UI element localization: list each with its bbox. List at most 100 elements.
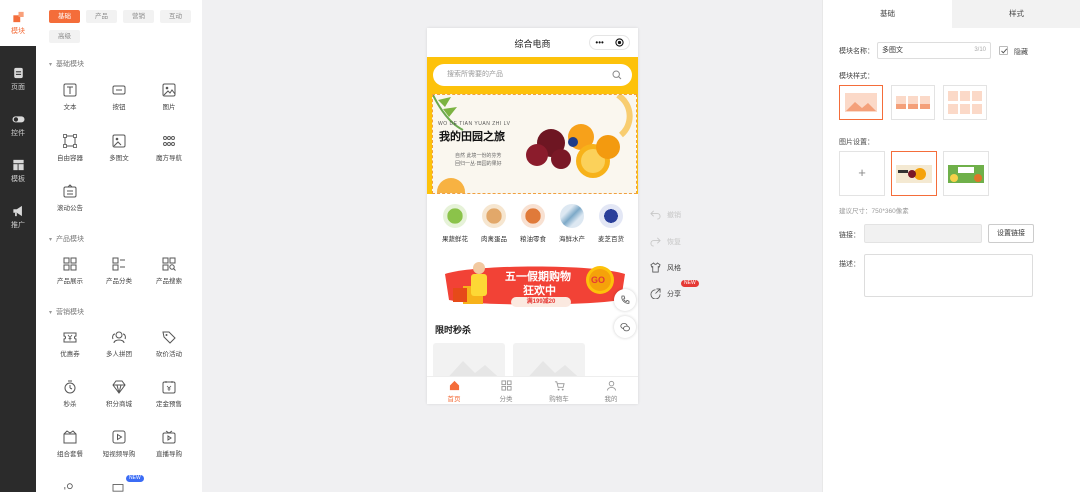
tab-cart[interactable]: 购物车 bbox=[533, 380, 585, 403]
cart-icon bbox=[554, 381, 565, 391]
hide-checkbox[interactable] bbox=[999, 46, 1008, 55]
category-item[interactable]: 麦芝百货 bbox=[591, 204, 631, 243]
comp-short-video[interactable]: 短视频导购 bbox=[94, 430, 144, 468]
tab-basic-settings[interactable]: 基础 bbox=[823, 0, 952, 28]
comp-image[interactable]: 图片 bbox=[144, 83, 194, 121]
comp-live[interactable]: 直播导购 bbox=[144, 430, 194, 468]
redo-button[interactable]: 恢复 bbox=[650, 236, 681, 247]
add-image-button[interactable]: + bbox=[839, 151, 885, 196]
comp-combo[interactable]: 组合套餐 bbox=[45, 430, 95, 468]
category-item[interactable]: 肉禽蛋品 bbox=[474, 204, 514, 243]
link-input[interactable] bbox=[864, 224, 982, 243]
tab-category[interactable]: 分类 bbox=[480, 380, 532, 403]
category-item[interactable]: 果蔬鲜花 bbox=[435, 204, 475, 243]
snack-icon bbox=[521, 204, 545, 228]
description-textarea[interactable] bbox=[864, 254, 1033, 297]
share-icon bbox=[650, 288, 661, 299]
module-name-input[interactable]: 多图文 3/10 bbox=[877, 42, 991, 59]
section-label: 营销模块 bbox=[56, 309, 85, 316]
set-link-button[interactable]: 设置链接 bbox=[988, 224, 1034, 243]
promo-banner[interactable]: 五一假期购物 狂欢中 满199减20 GO bbox=[435, 256, 630, 310]
rail-item-control[interactable]: 控件 bbox=[0, 102, 36, 148]
comp-product-category[interactable]: 产品分类 bbox=[94, 257, 144, 295]
style-button[interactable]: 风格 bbox=[650, 262, 681, 273]
category-item[interactable]: 海鲜水产 bbox=[552, 204, 592, 243]
comp-presale[interactable]: 定金预售 bbox=[144, 380, 194, 418]
style-option-grid[interactable] bbox=[943, 85, 987, 120]
comp-bargain[interactable]: 砍价活动 bbox=[144, 330, 194, 368]
comp-points-mall[interactable]: 积分商城 bbox=[94, 380, 144, 418]
comp-free-container[interactable]: 自由容器 bbox=[45, 134, 95, 172]
comp-multi-image-text[interactable]: 多图文 bbox=[94, 134, 144, 172]
undo-button[interactable]: 撤销 bbox=[650, 209, 681, 220]
link-label: 链接： bbox=[839, 232, 860, 239]
phone-call-button[interactable] bbox=[614, 289, 636, 311]
comp-product-search[interactable]: 产品搜索 bbox=[144, 257, 194, 295]
mini-program-capsule[interactable]: ••• bbox=[589, 35, 630, 50]
triple-image-layout-icon bbox=[896, 96, 930, 109]
caret-down-icon: ▾ bbox=[49, 62, 53, 68]
multi-image-icon bbox=[112, 134, 126, 148]
tab-mine[interactable]: 我的 bbox=[585, 380, 637, 403]
style-label: 风格 bbox=[667, 264, 681, 272]
comp-group-buy[interactable]: 多人拼团 bbox=[94, 330, 144, 368]
thumbnail-image bbox=[896, 165, 932, 183]
comp-product-display[interactable]: 产品展示 bbox=[45, 257, 95, 295]
tab-product[interactable]: 产品 bbox=[86, 10, 117, 23]
comp-label: 短视频导购 bbox=[102, 451, 136, 458]
tab-style-settings[interactable]: 样式 bbox=[952, 0, 1080, 28]
rail-item-promote[interactable]: 推广 bbox=[0, 194, 36, 240]
tab-basic[interactable]: 基础 bbox=[49, 10, 80, 23]
home-icon bbox=[449, 380, 459, 391]
search-bar: 搜索所需要的产品 bbox=[427, 57, 638, 93]
image-thumb-2[interactable] bbox=[943, 151, 989, 196]
section-marketing[interactable]: ▾ 营销模块 bbox=[49, 307, 84, 317]
comp-label: 组合套餐 bbox=[57, 451, 83, 458]
tab-advanced[interactable]: 高级 bbox=[49, 30, 80, 43]
tab-label: 购物车 bbox=[549, 396, 569, 403]
image-settings-label: 图片设置： bbox=[839, 139, 874, 146]
product-grid-icon bbox=[63, 257, 77, 271]
comp-seckill[interactable]: 秒杀 bbox=[45, 380, 95, 418]
comp-text[interactable]: 文本 bbox=[45, 83, 95, 121]
share-button[interactable]: 分享 bbox=[650, 288, 681, 299]
tab-home[interactable]: 首页 bbox=[428, 380, 480, 403]
comp-button[interactable]: 按钮 bbox=[94, 83, 144, 121]
target-icon[interactable] bbox=[614, 38, 624, 47]
comp-label: 按钮 bbox=[112, 104, 126, 111]
chat-button[interactable] bbox=[614, 316, 636, 338]
page-icon bbox=[13, 67, 23, 78]
comp-notice[interactable]: 滚动公告 bbox=[45, 184, 95, 222]
tab-interaction[interactable]: 互动 bbox=[160, 10, 191, 23]
comp-coupon[interactable]: 优惠券 bbox=[45, 330, 95, 368]
style-option-single[interactable] bbox=[839, 85, 883, 120]
section-label: 产品模块 bbox=[56, 236, 85, 243]
veggie-icon bbox=[443, 204, 467, 228]
rail-item-page[interactable]: 页面 bbox=[0, 56, 36, 102]
banner-block[interactable]: WO DE TIAN YUAN ZHI LV 我的田园之旅 自然 此境一份的芬芳… bbox=[427, 93, 638, 194]
share-new-badge: NEW bbox=[681, 280, 699, 287]
comp-label: 砍价活动 bbox=[156, 351, 182, 358]
module-name-label: 模块名称： bbox=[839, 48, 874, 55]
tab-marketing[interactable]: 营销 bbox=[123, 10, 154, 23]
banner-line2: 回归一丛·田园的果好 bbox=[455, 161, 502, 167]
search-icon[interactable] bbox=[612, 70, 622, 80]
comp-cube-nav[interactable]: 魔方导航 bbox=[144, 134, 194, 172]
image-thumb-1[interactable] bbox=[891, 151, 937, 196]
section-product[interactable]: ▾ 产品模块 bbox=[49, 234, 84, 244]
rail-item-module[interactable]: 模块 bbox=[0, 0, 36, 46]
section-basic[interactable]: ▾ 基础模块 bbox=[49, 59, 84, 69]
category-item[interactable]: 粮油零食 bbox=[513, 204, 553, 243]
char-count: 3/10 bbox=[974, 47, 986, 53]
thumbnail-image bbox=[948, 165, 984, 183]
rail-label: 模板 bbox=[11, 175, 25, 183]
search-input[interactable]: 搜索所需要的产品 bbox=[433, 64, 632, 86]
comp-label: 自由容器 bbox=[57, 155, 83, 162]
new-badge: NEW bbox=[126, 475, 144, 482]
undo-icon bbox=[650, 210, 661, 220]
rail-item-template[interactable]: 模板 bbox=[0, 148, 36, 194]
more-icon[interactable]: ••• bbox=[595, 38, 603, 47]
tv-icon bbox=[162, 430, 176, 444]
style-option-triple[interactable] bbox=[891, 85, 935, 120]
redo-label: 恢复 bbox=[667, 238, 681, 246]
